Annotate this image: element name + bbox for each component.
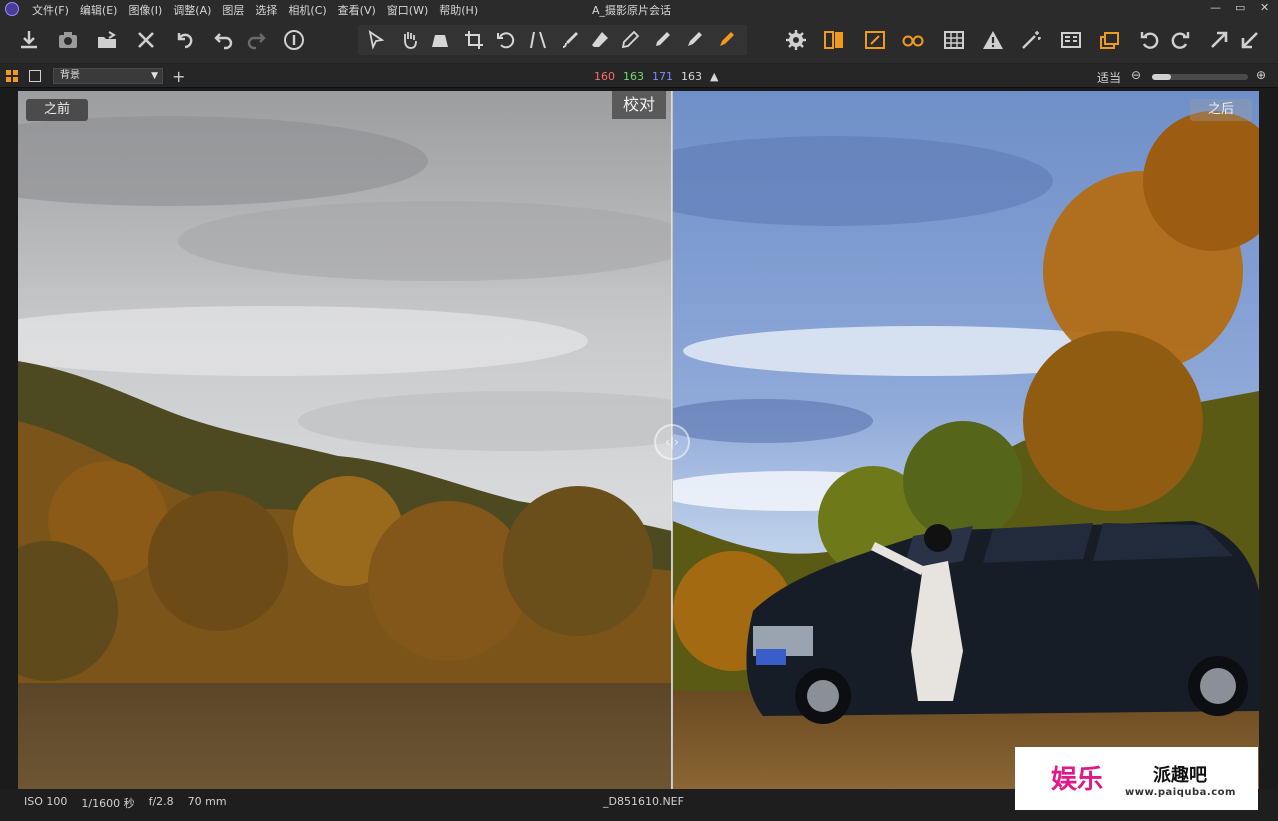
single-view-icon[interactable] [29, 70, 41, 82]
picker-tool-icon[interactable] [650, 28, 674, 52]
copy-adjustments-icon[interactable] [1059, 28, 1083, 52]
proof-button[interactable]: 校对 [612, 91, 666, 119]
before-after-icon[interactable] [822, 28, 846, 52]
edit-mask-icon[interactable] [863, 28, 887, 52]
menu-help[interactable]: 帮助(H) [439, 2, 478, 18]
maximize-button[interactable]: ▭ [1235, 1, 1245, 14]
select-tool-icon[interactable] [364, 28, 388, 52]
divider-handle[interactable]: ‹|› [654, 424, 690, 460]
menu-image[interactable]: 图像(I) [128, 2, 162, 18]
shutter-value: 1/1600 秒 [81, 797, 135, 810]
layer-dropdown[interactable]: 背景 ▼ [53, 68, 163, 84]
menu-select[interactable]: 选择 [255, 2, 277, 18]
pan-tool-icon[interactable] [398, 28, 422, 52]
add-layer-icon[interactable]: + [172, 67, 185, 86]
red-value: 160 [594, 70, 615, 83]
annotate-tool-icon[interactable] [714, 28, 738, 52]
minimize-button[interactable]: — [1210, 1, 1221, 14]
menu-camera[interactable]: 相机(C) [288, 2, 326, 18]
redo-icon[interactable] [244, 28, 268, 52]
close-window-button[interactable]: ✕ [1260, 1, 1269, 14]
rotate-tool-icon[interactable] [494, 28, 518, 52]
before-pane [18, 91, 672, 789]
zoom-slider-fill [1152, 74, 1172, 80]
camera-capture-icon[interactable] [56, 28, 80, 52]
heal-tool-icon[interactable] [682, 28, 706, 52]
zoom-fit-label[interactable]: 适当 [1097, 69, 1121, 86]
watermark-url: www.paiquba.com [1125, 787, 1236, 798]
export-icon[interactable] [95, 28, 119, 52]
variants-stack-icon[interactable] [1098, 28, 1122, 52]
image-viewer[interactable]: ‹|› 之前 校对 之后 [18, 91, 1259, 789]
main-toolbar [0, 18, 1278, 64]
collapse-icon[interactable] [1238, 28, 1262, 52]
expand-icon[interactable] [1207, 28, 1231, 52]
focal-length-value: 70 mm [187, 795, 227, 808]
zoom-in-icon[interactable]: ⊕ [1256, 68, 1266, 82]
menu-layers[interactable]: 图层 [222, 2, 244, 18]
crop-tool-icon[interactable] [462, 28, 486, 52]
menu-file[interactable]: 文件(F) [32, 2, 69, 18]
app-logo-icon [5, 2, 19, 16]
luminance-value: 163 [681, 70, 702, 83]
menu-view[interactable]: 查看(V) [338, 2, 376, 18]
after-label: 之后 [1190, 99, 1252, 121]
delete-icon[interactable] [134, 28, 158, 52]
settings-gear-icon[interactable] [784, 28, 808, 52]
layer-toolbar: 背景 ▼ + 160 163 171 163 ▲ 适当 ⊖ ⊕ [0, 64, 1278, 88]
gradient-tool-icon[interactable] [618, 28, 642, 52]
watermark-name: 派趣吧 [1153, 765, 1207, 786]
undo-icon[interactable] [212, 28, 236, 52]
grid-icon[interactable] [942, 28, 966, 52]
zoom-slider[interactable] [1152, 74, 1248, 80]
proof-glasses-icon[interactable] [901, 28, 925, 52]
menu-edit[interactable]: 编辑(E) [80, 2, 118, 18]
exposure-warning-icon[interactable] [981, 28, 1005, 52]
auto-adjust-wand-icon[interactable] [1019, 28, 1043, 52]
file-name: _D851610.NEF [603, 795, 684, 808]
rotate-right-icon[interactable] [1168, 28, 1192, 52]
menu-adjust[interactable]: 调整(A) [173, 2, 211, 18]
after-photo [673, 91, 1259, 789]
watermark-logo: 娱乐 [1051, 765, 1104, 795]
title-bar: 文件(F) 编辑(E) 图像(I) 调整(A) 图层 选择 相机(C) 查看(V… [0, 0, 1278, 18]
rotate-left-icon[interactable] [1138, 28, 1162, 52]
green-value: 163 [623, 70, 644, 83]
aperture-value: f/2.8 [148, 795, 174, 808]
import-icon[interactable] [17, 28, 41, 52]
before-photo [18, 91, 672, 789]
clipping-warning-icon: ▲ [710, 70, 719, 83]
after-pane [673, 91, 1259, 789]
layer-dropdown-value: 背景 [60, 70, 80, 81]
iso-value: ISO 100 [24, 795, 68, 808]
site-watermark: 娱乐 派趣吧 www.paiquba.com [1015, 747, 1258, 810]
eraser-tool-icon[interactable] [588, 28, 612, 52]
rgb-readout: 160 163 171 163 ▲ [594, 70, 718, 83]
zoom-out-icon[interactable]: ⊖ [1131, 68, 1141, 82]
window-title: A_摄影原片会话 [592, 4, 672, 17]
reset-icon[interactable] [173, 28, 197, 52]
brush-tool-icon[interactable] [558, 28, 582, 52]
menu-window[interactable]: 窗口(W) [387, 2, 428, 18]
blue-value: 171 [652, 70, 673, 83]
keystone-tool-icon[interactable] [526, 28, 550, 52]
perspective-tool-icon[interactable] [428, 28, 452, 52]
before-label: 之前 [26, 99, 88, 121]
exif-info: ISO 100 1/1600 秒 f/2.8 70 mm [24, 795, 227, 811]
grid-view-icon[interactable] [6, 70, 18, 82]
menu-bar: 文件(F) 编辑(E) 图像(I) 调整(A) 图层 选择 相机(C) 查看(V… [32, 2, 489, 18]
info-icon[interactable] [282, 28, 306, 52]
chevron-down-icon: ▼ [151, 71, 158, 81]
cursor-tools-group [358, 25, 747, 55]
